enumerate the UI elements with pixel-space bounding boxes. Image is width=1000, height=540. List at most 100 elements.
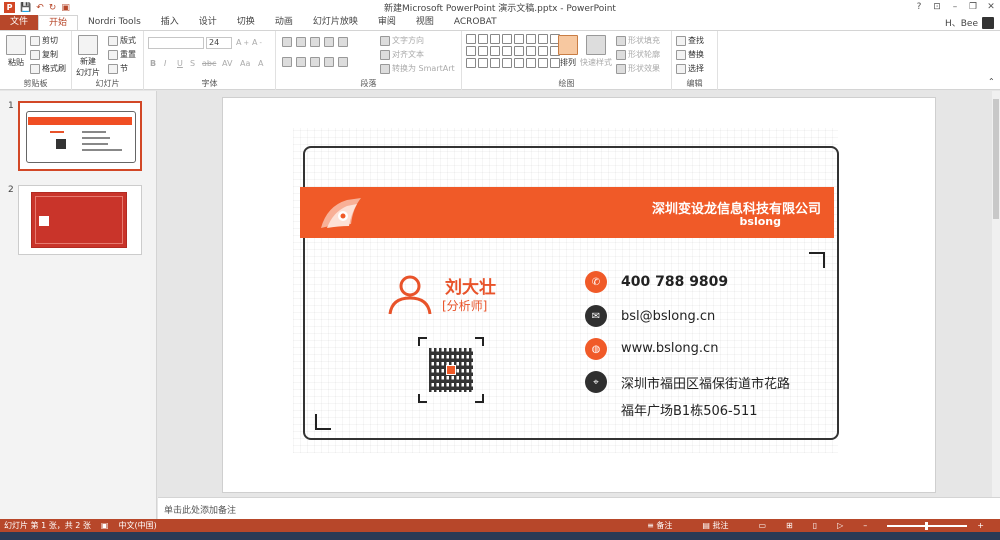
shape-arc-icon[interactable] [490,58,500,68]
shrink-font-button[interactable]: A- [252,38,262,47]
shape-brace2-icon[interactable] [526,58,536,68]
align-center-icon[interactable] [296,57,306,67]
shadow-button[interactable]: S [190,59,195,68]
shape-block-arrow-icon[interactable] [514,46,524,56]
section-button[interactable]: 节 [108,63,128,74]
shape-rect-icon[interactable] [502,34,512,44]
tab-view[interactable]: 视图 [406,15,444,30]
shape-curve-icon[interactable] [466,58,476,68]
paste-button[interactable]: 粘贴 [6,35,26,68]
restore-button[interactable]: ❐ [964,0,982,15]
slide-thumbnail-1[interactable] [18,101,142,171]
qr-code-block[interactable] [418,337,484,403]
vertical-scrollbar[interactable] [992,91,1000,497]
tab-nordri-tools[interactable]: Nordri Tools [78,15,151,30]
comments-toggle-button[interactable]: ▤ 批注 [702,520,738,531]
shape-outline-button[interactable]: 形状轮廓 [616,49,660,60]
bullets-icon[interactable] [282,37,292,47]
align-right-icon[interactable] [310,57,320,67]
shape-hexagon-icon[interactable] [502,46,512,56]
align-left-icon[interactable] [282,57,292,67]
save-icon[interactable]: 💾 [20,3,31,13]
person-icon[interactable] [386,274,434,316]
change-case-button[interactable]: Aa [240,59,250,68]
user-account[interactable]: H、Bee [945,15,994,30]
company-logo-icon[interactable] [317,194,365,234]
address-line-2[interactable]: 福年广场B1栋506-511 [621,400,758,419]
minimize-button[interactable]: – [946,0,964,15]
font-family-combo[interactable] [148,37,204,49]
numbering-icon[interactable] [296,37,306,47]
person-name[interactable]: 刘大壮 [445,273,496,298]
shape-triangle2-icon[interactable] [478,46,488,56]
shape-oval-icon[interactable] [514,34,524,44]
company-name[interactable]: 深圳变设龙信息科技有限公司 [652,198,821,217]
reading-view-icon[interactable]: ▯ [813,521,817,530]
start-slideshow-icon[interactable]: ▣ [61,3,70,13]
arrange-button[interactable]: 排列 [558,35,578,68]
reset-button[interactable]: 重置 [108,49,136,60]
collapse-ribbon-icon[interactable]: ⌃ [988,77,995,86]
copy-button[interactable]: 复制 [30,49,58,60]
shape-arrow-icon[interactable] [490,34,500,44]
quick-styles-button[interactable]: 快速样式 [580,35,612,68]
tab-insert[interactable]: 插入 [151,15,189,30]
website-url[interactable]: www.bslong.cn [621,341,718,356]
shape-trapezoid-icon[interactable] [490,46,500,56]
columns-icon[interactable] [338,57,348,67]
tab-acrobat[interactable]: ACROBAT [444,15,507,30]
zoom-out-button[interactable]: – [863,521,867,530]
location-pin-icon[interactable]: ⌖ [585,371,607,393]
phone-icon[interactable]: ✆ [585,271,607,293]
email-icon[interactable]: ✉ [585,305,607,327]
slide-thumbnail-2[interactable] [18,185,142,255]
char-spacing-button[interactable]: AV [222,59,232,68]
slide[interactable]: 深圳变设龙信息科技有限公司 bslong 刘大壮 [分析师] ✆ 400 788… [222,97,936,493]
strikethrough-button[interactable]: abc [202,59,216,68]
close-button[interactable]: ✕ [982,0,1000,15]
format-painter-button[interactable]: 格式刷 [30,63,66,74]
convert-smartart-button[interactable]: 转换为 SmartArt [380,63,455,74]
slide-sorter-icon[interactable]: ⊞ [786,521,793,530]
normal-view-icon[interactable]: ▭ [758,521,766,530]
underline-button[interactable]: U [177,59,183,68]
ribbon-display-options-button[interactable]: ⊡ [928,0,946,15]
shape-brace-icon[interactable] [502,58,512,68]
tab-review[interactable]: 审阅 [368,15,406,30]
tab-design[interactable]: 设计 [189,15,227,30]
shape-effects-button[interactable]: 形状效果 [616,63,660,74]
shape-star2-icon[interactable] [538,58,548,68]
align-text-button[interactable]: 对齐文本 [380,49,424,60]
replace-button[interactable]: 替换 [676,49,704,60]
slideshow-view-icon[interactable]: ▷ [837,521,843,530]
tab-slideshow[interactable]: 幻灯片放映 [303,15,368,30]
zoom-slider[interactable] [887,521,968,530]
tab-file[interactable]: 文件 [0,15,39,30]
shape-line-icon[interactable] [478,34,488,44]
tab-home[interactable]: 开始 [38,15,79,30]
spellcheck-icon[interactable]: ▣ [101,521,109,530]
shape-textbox-icon[interactable] [466,34,476,44]
shape-right-arrow-icon[interactable] [526,46,536,56]
notes-toggle-button[interactable]: ≡ 备注 [647,520,682,531]
redo-icon[interactable]: ↻ [49,3,57,13]
tab-animations[interactable]: 动画 [265,15,303,30]
italic-button[interactable]: I [164,59,166,68]
shape-bracket-icon[interactable] [514,58,524,68]
email-address[interactable]: bsl@bslong.cn [621,309,715,324]
select-button[interactable]: 选择 [676,63,704,74]
grow-font-button[interactable]: A + [236,38,249,47]
shapes-gallery[interactable] [466,34,560,68]
decrease-indent-icon[interactable] [310,37,320,47]
shape-callout-icon[interactable] [538,46,548,56]
person-role[interactable]: [分析师] [442,297,487,314]
increase-indent-icon[interactable] [324,37,334,47]
notes-pane[interactable]: 单击此处添加备注 [158,497,1000,519]
slide-editing-area[interactable]: 深圳变设龙信息科技有限公司 bslong 刘大壮 [分析师] ✆ 400 788… [158,91,992,497]
tab-transitions[interactable]: 切换 [227,15,265,30]
shape-freeform-icon[interactable] [478,58,488,68]
zoom-in-button[interactable]: + [977,521,984,530]
undo-icon[interactable]: ↶ [36,3,44,13]
text-direction-button[interactable]: 文字方向 [380,35,424,46]
zoom-slider-thumb[interactable] [925,521,929,530]
